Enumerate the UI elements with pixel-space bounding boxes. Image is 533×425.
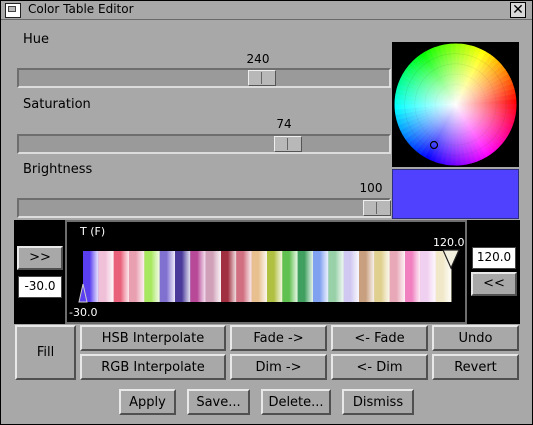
colorbar-band-highlight (335, 251, 344, 302)
colorbar-band-highlight (212, 251, 221, 302)
hue-value: 240 (246, 52, 270, 66)
color-table-canvas[interactable]: T (F) 120.0 -30.0 (65, 220, 467, 324)
dim-left-button[interactable]: <- Dim (331, 354, 428, 380)
brightness-label: Brightness (23, 162, 93, 177)
brightness-slider[interactable] (17, 198, 391, 218)
window-title: Color Table Editor (28, 2, 134, 16)
dim-right-button[interactable]: Dim -> (230, 354, 327, 380)
colorbar-band-highlight (365, 251, 375, 302)
revert-button[interactable]: Revert (432, 354, 519, 380)
saturation-slider[interactable] (17, 134, 391, 154)
close-button[interactable]: ✕ (510, 2, 526, 18)
colorbar-band-highlight (427, 251, 436, 302)
fade-right-button[interactable]: Fade -> (230, 325, 327, 351)
hsb-interpolate-button[interactable]: HSB Interpolate (80, 325, 226, 351)
colorbar-band-highlight (181, 251, 191, 302)
colorbar-band-highlight (396, 251, 405, 302)
saturation-value: 74 (276, 117, 292, 131)
colorbar-band-highlight (289, 251, 298, 302)
colorbar-band-highlight (89, 251, 99, 302)
colorbar-band-highlight (166, 251, 175, 302)
color-table-panel: >> -30.0 T (F) 120.0 -30.0 120.0 << (14, 220, 520, 324)
colorbar-band-highlight (243, 251, 252, 302)
shift-right-button[interactable]: >> (17, 246, 63, 270)
hue-slider-thumb[interactable] (248, 70, 276, 86)
brightness-slider-thumb[interactable] (363, 200, 391, 216)
max-value-field[interactable]: 120.0 (472, 247, 516, 269)
saturation-label: Saturation (23, 97, 91, 112)
color-wheel-panel[interactable] (392, 42, 519, 167)
colorbar-band-highlight (304, 251, 313, 302)
colorbar-band-highlight (411, 251, 421, 302)
apply-button[interactable]: Apply (119, 389, 176, 415)
dismiss-button[interactable]: Dismiss (342, 389, 414, 415)
min-value-field[interactable]: -30.0 (18, 276, 62, 298)
rgb-interpolate-button[interactable]: RGB Interpolate (80, 354, 226, 380)
colorbar-band-highlight (120, 251, 129, 302)
colorbar-band-highlight (197, 251, 206, 302)
colorbar-band-highlight (319, 251, 329, 302)
undo-button[interactable]: Undo (432, 325, 519, 351)
window-menu-icon[interactable] (5, 3, 21, 18)
fill-button[interactable]: Fill (15, 325, 76, 380)
colorbar-band-highlight (258, 251, 267, 302)
title-bar[interactable]: Color Table Editor ✕ (1, 1, 532, 20)
delete-button[interactable]: Delete... (261, 389, 331, 415)
colorbar-band-highlight (151, 251, 160, 302)
colorbar-band-highlight (273, 251, 283, 302)
color-table-editor-window: Color Table Editor ✕ Hue 240 Saturation … (0, 0, 533, 425)
color-wheel[interactable] (392, 42, 519, 167)
save-button[interactable]: Save... (187, 389, 250, 415)
colorbar-band-highlight (381, 251, 390, 302)
colorbar-band-highlight (135, 251, 145, 302)
fade-left-button[interactable]: <- Fade (331, 325, 428, 351)
hue-slider[interactable] (17, 68, 391, 88)
colorbar[interactable] (67, 222, 465, 322)
colorbar-band-highlight (105, 251, 114, 302)
hue-label: Hue (23, 32, 50, 47)
colorbar-min-label: -30.0 (69, 306, 98, 319)
shift-left-button[interactable]: << (471, 272, 517, 296)
colorbar-band-highlight (227, 251, 237, 302)
saturation-slider-thumb[interactable] (274, 136, 302, 152)
color-preview-swatch (392, 169, 519, 219)
colorbar-band-highlight (350, 251, 359, 302)
